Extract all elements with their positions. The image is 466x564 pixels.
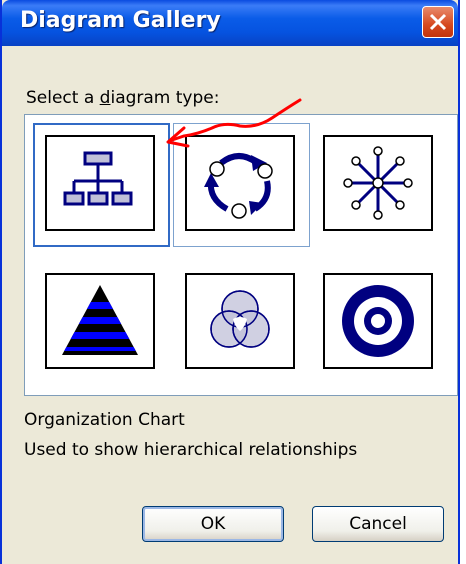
- radial-diagram-icon: [343, 146, 413, 220]
- ok-button[interactable]: OK: [142, 506, 284, 542]
- diagram-option-organization-chart[interactable]: [45, 135, 155, 231]
- prompt-text-start: Select a: [26, 88, 100, 108]
- diagram-option-cycle[interactable]: [185, 135, 295, 231]
- close-button[interactable]: [422, 6, 454, 38]
- diagram-option-venn[interactable]: [185, 273, 295, 369]
- pyramid-diagram-icon: [62, 285, 138, 355]
- close-icon: [429, 13, 447, 31]
- diagram-gallery: [24, 114, 458, 396]
- target-diagram-icon: [342, 285, 414, 357]
- dialog-window: Diagram Gallery Select a diagram type: O…: [0, 0, 460, 564]
- cancel-button[interactable]: Cancel: [312, 506, 444, 542]
- prompt-accelerator-key: d: [99, 88, 111, 108]
- title-bar[interactable]: Diagram Gallery: [2, 0, 458, 46]
- selected-diagram-name: Organization Chart: [24, 410, 185, 430]
- window-title: Diagram Gallery: [20, 8, 221, 33]
- prompt-text-end: iagram type:: [110, 88, 220, 108]
- selected-diagram-description: Used to show hierarchical relationships: [24, 440, 358, 460]
- diagram-option-radial[interactable]: [323, 135, 433, 231]
- diagram-option-pyramid[interactable]: [45, 273, 155, 369]
- diagram-type-label: Select a diagram type:: [26, 88, 219, 108]
- venn-diagram-icon: [210, 290, 270, 348]
- diagram-option-target[interactable]: [323, 273, 433, 369]
- cycle-diagram-icon: [204, 153, 273, 219]
- organization-chart-icon: [63, 151, 133, 206]
